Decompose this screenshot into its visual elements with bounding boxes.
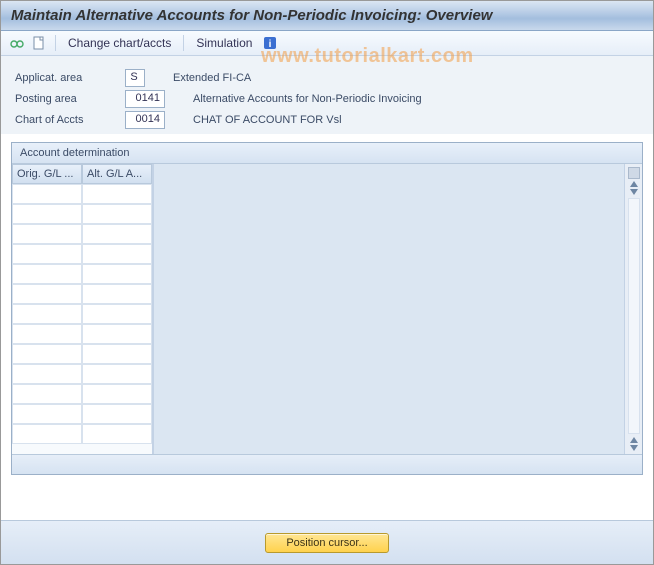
scroll-thumb-top[interactable] [628, 167, 640, 179]
new-page-icon[interactable] [31, 35, 47, 51]
table-row [12, 344, 152, 364]
table-row [12, 204, 152, 224]
scroll-down-icon[interactable] [630, 189, 638, 195]
col-header-alt-gl[interactable]: Alt. G/L A... [82, 164, 152, 184]
table-row [12, 244, 152, 264]
table-row [12, 324, 152, 344]
panel-footer-strip [12, 454, 642, 474]
posting-area-desc: Alternative Accounts for Non-Periodic In… [193, 93, 422, 105]
grid-body[interactable] [12, 184, 152, 444]
scroll-up2-icon[interactable] [630, 437, 638, 443]
change-chart-link[interactable]: Change chart/accts [64, 35, 175, 51]
table-row [12, 284, 152, 304]
posting-area-label: Posting area [15, 93, 125, 105]
scroll-down2-icon[interactable] [630, 445, 638, 451]
table-row [12, 304, 152, 324]
table-row [12, 424, 152, 444]
table-row [12, 404, 152, 424]
header-form: Applicat. area S Extended FI-CA Posting … [1, 56, 653, 134]
window-title: Maintain Alternative Accounts for Non-Pe… [1, 1, 653, 31]
toolbar-separator [55, 35, 56, 51]
account-grid[interactable]: Orig. G/L ... Alt. G/L A... [12, 164, 153, 454]
vertical-scrollbar[interactable] [624, 164, 642, 454]
table-row [12, 364, 152, 384]
table-row [12, 224, 152, 244]
scroll-track[interactable] [628, 198, 640, 434]
grid-empty-area [153, 164, 624, 454]
info-icon[interactable]: i [262, 35, 278, 51]
col-header-orig-gl[interactable]: Orig. G/L ... [12, 164, 82, 184]
table-row [12, 184, 152, 204]
position-cursor-button[interactable]: Position cursor... [265, 533, 388, 553]
simulation-link[interactable]: Simulation [192, 35, 256, 51]
glasses-icon[interactable] [9, 35, 25, 51]
panel-title: Account determination [12, 143, 642, 164]
table-row [12, 384, 152, 404]
posting-area-field[interactable]: 0141 [125, 90, 165, 108]
scroll-up-icon[interactable] [630, 181, 638, 187]
applic-area-label: Applicat. area [15, 72, 125, 84]
chart-accts-field[interactable]: 0014 [125, 111, 165, 129]
applic-area-desc: Extended FI-CA [173, 72, 251, 84]
chart-accts-label: Chart of Accts [15, 114, 125, 126]
toolbar: Change chart/accts Simulation i [1, 31, 653, 56]
table-row [12, 264, 152, 284]
account-determination-panel: Account determination Orig. G/L ... Alt.… [11, 142, 643, 475]
svg-text:i: i [269, 39, 272, 50]
chart-accts-desc: CHAT OF ACCOUNT FOR Vsl [193, 114, 342, 126]
bottom-bar: Position cursor... [1, 520, 653, 564]
applic-area-field[interactable]: S [125, 69, 145, 87]
toolbar-separator [183, 35, 184, 51]
